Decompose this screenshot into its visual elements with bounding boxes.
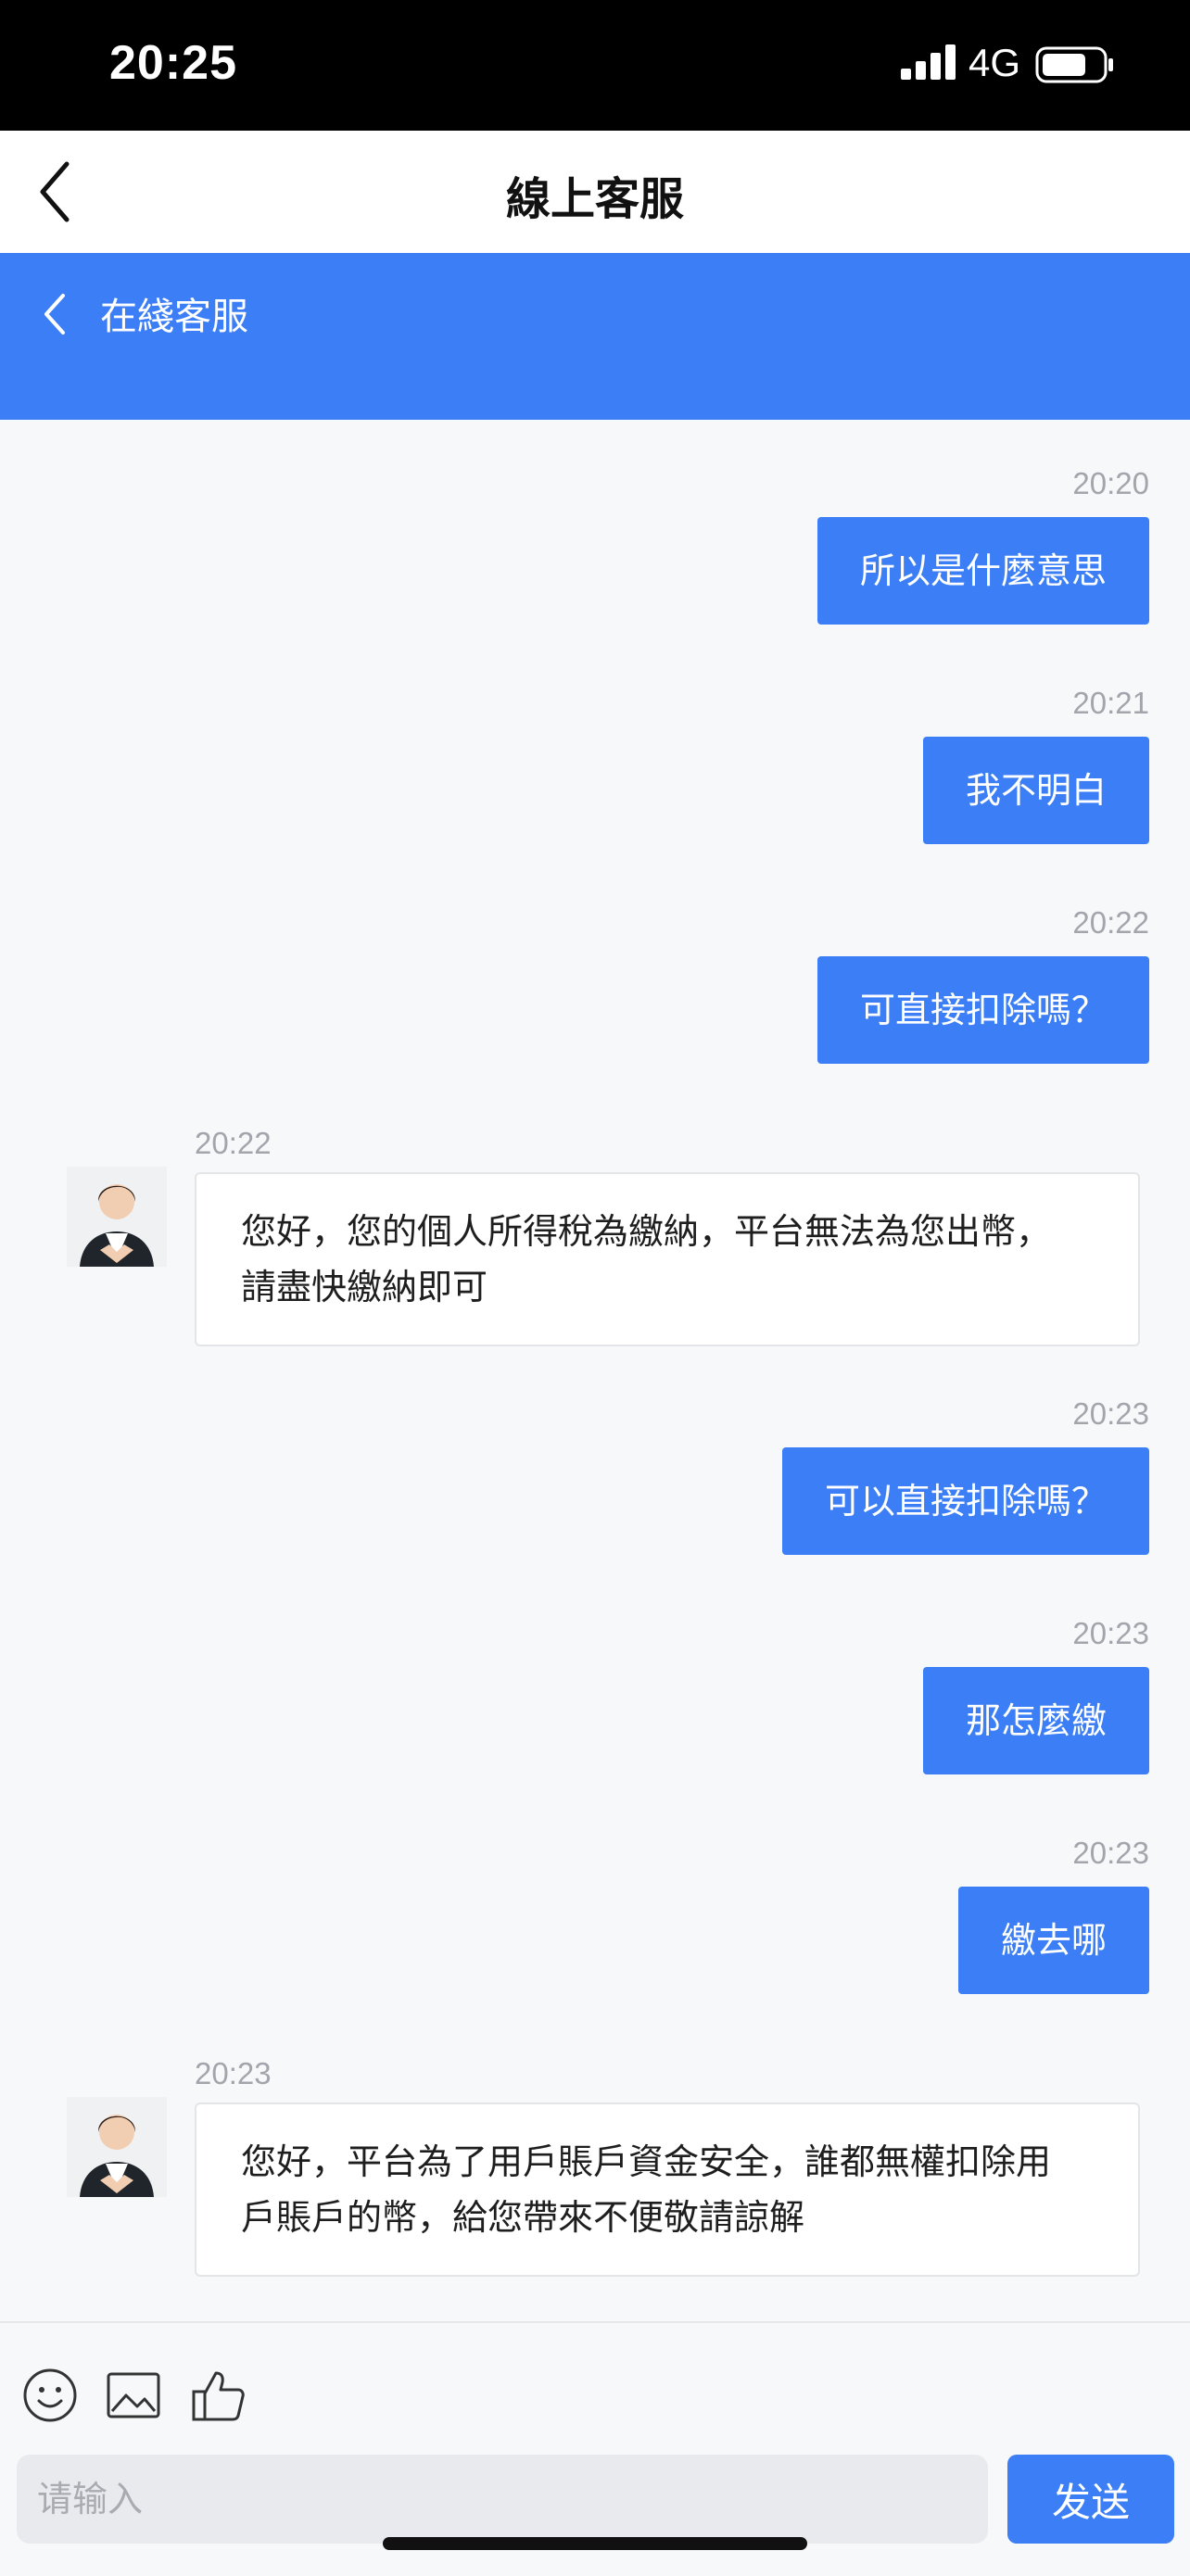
image-icon[interactable] [104,2366,163,2425]
thumbs-up-icon[interactable] [188,2366,247,2425]
message-line: 請盡快繳納即可 [241,1267,488,1307]
message-time: 20:22 [195,1126,272,1160]
message-time: 20:22 [1072,905,1149,940]
message-time: 20:21 [1072,686,1149,720]
page-title: 線上客服 [505,173,684,225]
outgoing-message[interactable]: 繳去哪 [957,1887,1149,1994]
outgoing-message[interactable]: 那怎麼繳 [922,1667,1149,1774]
chat-header-title: 在綫客服 [100,296,248,338]
outgoing-message[interactable]: 我不明白 [922,737,1149,844]
agent-avatar[interactable] [67,1167,167,1267]
message-line: 您好，平台為了用戶賬戶資金安全，誰都無權扣除用 [241,2141,1052,2182]
signal-icon [901,44,956,80]
outgoing-message[interactable]: 可以直接扣除嗎？ [781,1447,1149,1555]
outgoing-message[interactable]: 可直接扣除嗎？ [817,956,1149,1064]
chat-header: 在綫客服 [0,253,1190,420]
message-time: 20:23 [1072,1616,1149,1650]
message-time: 20:20 [1072,466,1149,500]
agent-avatar[interactable] [67,2097,167,2197]
message-time: 20:23 [1072,1836,1149,1870]
message-time: 20:23 [1072,1396,1149,1431]
chat-back-icon[interactable] [39,286,76,342]
incoming-message[interactable]: 您好，您的個人所得稅為繳納，平台無法為您出幣， 請盡快繳納即可 [195,1172,1140,1346]
status-time: 20:25 [109,36,237,90]
battery-icon [1035,46,1113,83]
nav-bar: 線上客服 [0,131,1190,253]
message-input[interactable] [17,2455,988,2544]
outgoing-message[interactable]: 所以是什麼意思 [817,517,1149,625]
home-indicator [383,2537,807,2550]
emoji-icon[interactable] [20,2366,80,2425]
network-label: 4G [968,41,1021,84]
send-button[interactable]: 发送 [1007,2455,1174,2544]
message-time: 20:23 [195,2056,272,2090]
message-line: 您好，您的個人所得稅為繳納，平台無法為您出幣， [241,1211,1052,1252]
status-bar: 20:25 4G [0,0,1190,131]
message-line: 戶賬戶的幣，給您帶來不便敬請諒解 [241,2197,805,2238]
incoming-message[interactable]: 您好，平台為了用戶賬戶資金安全，誰都無權扣除用 戶賬戶的幣，給您帶來不便敬請諒解 [195,2102,1140,2277]
chat-messages[interactable]: 20:20 所以是什麼意思 20:21 我不明白 20:22 可直接扣除嗎？ 2… [0,420,1190,2319]
